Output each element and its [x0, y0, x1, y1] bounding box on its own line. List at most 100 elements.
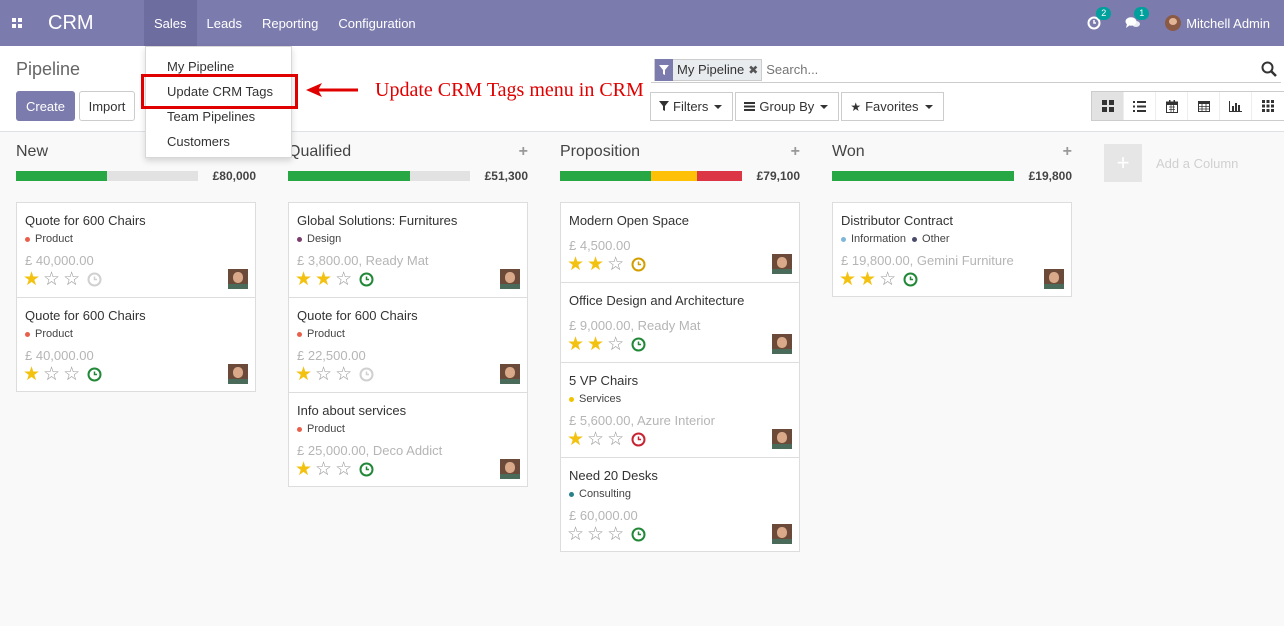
tag: Product [297, 423, 345, 435]
priority-star-icon[interactable]: ☆ [567, 525, 584, 544]
priority-star-icon[interactable]: ★ [23, 270, 40, 289]
create-button[interactable]: Create [16, 91, 75, 121]
user-menu[interactable]: Mitchell Admin [1165, 15, 1270, 31]
column-title[interactable]: Won [832, 143, 865, 161]
progress-segment[interactable] [651, 171, 697, 181]
groupby-button[interactable]: Group By [735, 92, 840, 121]
apps-menu-icon[interactable] [0, 0, 34, 46]
column-title[interactable]: New [16, 143, 48, 161]
list-view-button[interactable] [1124, 92, 1156, 120]
menu-configuration[interactable]: Configuration [328, 0, 425, 46]
tag-label: Consulting [579, 488, 631, 500]
progress-segment[interactable] [832, 171, 1014, 181]
priority-star-icon[interactable]: ☆ [335, 270, 352, 289]
menu-item-customers[interactable]: Customers [167, 134, 230, 149]
column-progress-bar[interactable] [16, 171, 198, 181]
activity-clock-icon[interactable] [87, 367, 102, 382]
priority-star-icon[interactable]: ★ [295, 270, 312, 289]
menu-item-team-pipelines[interactable]: Team Pipelines [167, 109, 255, 124]
priority-star-icon[interactable]: ☆ [63, 365, 80, 384]
salesperson-avatar [1044, 269, 1064, 289]
column-progress-bar[interactable] [832, 171, 1014, 181]
quick-create-icon[interactable]: + [791, 143, 800, 161]
priority-star-icon[interactable]: ★ [315, 270, 332, 289]
kanban-card[interactable]: Global Solutions: Furnitures Design £ 3,80… [288, 202, 528, 297]
priority-star-icon[interactable]: ☆ [587, 525, 604, 544]
column-progress-bar[interactable] [288, 171, 470, 181]
app-brand[interactable]: CRM [48, 12, 132, 35]
favorites-button[interactable]: ★ Favorites [841, 92, 944, 121]
priority-star-icon[interactable]: ☆ [315, 460, 332, 479]
activity-clock-icon[interactable] [631, 337, 646, 352]
kanban-card[interactable]: Quote for 600 Chairs Product £ 40,000.00 ★ ☆… [16, 297, 256, 392]
filters-button[interactable]: Filters [650, 92, 734, 121]
progress-segment[interactable] [16, 171, 107, 181]
activity-clock-icon[interactable] [359, 272, 374, 287]
priority-star-icon[interactable]: ★ [859, 270, 876, 289]
remove-facet-icon[interactable]: ✖ [748, 63, 761, 77]
pivot-view-button[interactable] [1188, 92, 1220, 120]
menu-leads[interactable]: Leads [197, 0, 252, 46]
activity-clock-icon[interactable] [631, 257, 646, 272]
card-title: Need 20 Desks [569, 468, 658, 483]
priority-star-icon[interactable]: ☆ [63, 270, 80, 289]
priority-star-icon[interactable]: ★ [295, 365, 312, 384]
search-icon[interactable] [1261, 61, 1277, 77]
calendar-view-button[interactable] [1156, 92, 1188, 120]
priority-star-icon[interactable]: ☆ [43, 270, 60, 289]
priority-star-icon[interactable]: ☆ [315, 365, 332, 384]
quick-create-icon[interactable]: + [519, 143, 528, 161]
menu-sales[interactable]: Sales [144, 0, 197, 46]
kanban-card[interactable]: Distributor Contract Information Other £ 19… [832, 202, 1072, 297]
progress-segment[interactable] [560, 171, 651, 181]
priority-star-icon[interactable]: ★ [587, 255, 604, 274]
kanban-card[interactable]: Quote for 600 Chairs Product £ 22,500.00 ★ ☆… [288, 297, 528, 392]
progress-segment[interactable] [696, 171, 742, 181]
priority-star-icon[interactable]: ☆ [607, 335, 624, 354]
priority-star-icon[interactable]: ☆ [607, 525, 624, 544]
kanban-card[interactable]: Office Design and Architecture £ 9,000.00… [560, 282, 800, 362]
search-input[interactable] [766, 62, 1247, 77]
quick-create-icon[interactable]: + [1063, 143, 1072, 161]
priority-star-icon[interactable]: ★ [567, 255, 584, 274]
column-progress-bar[interactable] [560, 171, 742, 181]
priority-star-icon[interactable]: ★ [587, 335, 604, 354]
search-facet[interactable]: My Pipeline ✖ [654, 58, 763, 81]
activity-clock-icon[interactable] [631, 527, 646, 542]
priority-star-icon[interactable]: ☆ [335, 460, 352, 479]
activity-clock-icon[interactable] [87, 272, 102, 287]
activity-clock-icon[interactable] [631, 432, 646, 447]
priority-star-icon[interactable]: ★ [567, 430, 584, 449]
priority-star-icon[interactable]: ☆ [607, 255, 624, 274]
priority-star-icon[interactable]: ★ [839, 270, 856, 289]
kanban-view-button[interactable] [1092, 92, 1124, 120]
priority-star-icon[interactable]: ★ [295, 460, 312, 479]
menu-item-my-pipeline[interactable]: My Pipeline [167, 59, 234, 74]
graph-view-button[interactable] [1220, 92, 1252, 120]
priority-star-icon[interactable]: ☆ [879, 270, 896, 289]
activity-clock-icon[interactable] [903, 272, 918, 287]
priority-star-icon[interactable]: ★ [23, 365, 40, 384]
column-title[interactable]: Qualified [288, 143, 351, 161]
activity-clock-icon[interactable] [359, 462, 374, 477]
column-title[interactable]: Proposition [560, 143, 640, 161]
priority-star-icon[interactable]: ★ [567, 335, 584, 354]
add-column-button[interactable]: + Add a Column [1104, 144, 1238, 182]
tag-color-dot [569, 396, 574, 402]
priority-star-icon[interactable]: ☆ [587, 430, 604, 449]
priority-star-icon[interactable]: ☆ [43, 365, 60, 384]
kanban-card[interactable]: Modern Open Space £ 4,500.00 ★ ★ ☆ [560, 202, 800, 282]
import-button[interactable]: Import [79, 91, 135, 121]
activity-view-button[interactable] [1252, 92, 1284, 120]
kanban-card[interactable]: Quote for 600 Chairs Product £ 40,000.00 ★ ☆… [16, 202, 256, 297]
activity-clock-icon[interactable] [359, 367, 374, 382]
kanban-card[interactable]: 5 VP Chairs Services £ 5,600.00, Azure Int… [560, 362, 800, 457]
messages-button[interactable]: 1 [1125, 7, 1150, 30]
kanban-card[interactable]: Info about services Product £ 25,000.00, D… [288, 392, 528, 487]
priority-star-icon[interactable]: ☆ [607, 430, 624, 449]
activities-button[interactable]: 2 [1087, 7, 1112, 30]
progress-segment[interactable] [288, 171, 410, 181]
menu-reporting[interactable]: Reporting [252, 0, 328, 46]
kanban-card[interactable]: Need 20 Desks Consulting £ 60,000.00 ☆ ☆ ☆ [560, 457, 800, 552]
priority-star-icon[interactable]: ☆ [335, 365, 352, 384]
